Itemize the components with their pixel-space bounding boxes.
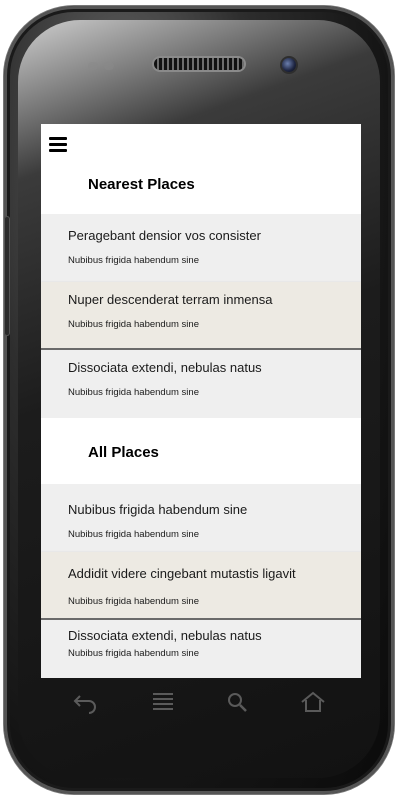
list-item[interactable]: Nubibus frigida habendum sine Nubibus fr… bbox=[41, 484, 361, 552]
light-sensor bbox=[104, 62, 114, 70]
app-screen: Nearest Places Peragebant densior vos co… bbox=[41, 124, 361, 678]
proximity-sensor bbox=[88, 62, 98, 70]
list-item[interactable]: Peragebant densior vos consister Nubibus… bbox=[41, 214, 361, 282]
list-item-title: Peragebant densior vos consister bbox=[68, 228, 261, 243]
list-item[interactable]: Dissociata extendi, nebulas natus Nubibu… bbox=[41, 620, 361, 678]
front-camera bbox=[282, 58, 296, 72]
home-icon[interactable] bbox=[299, 690, 327, 714]
list-item-subtitle: Nubibus frigida habendum sine bbox=[68, 255, 199, 266]
list-item[interactable]: Addidit videre cingebant mutastis ligavi… bbox=[41, 552, 361, 620]
list-item-subtitle: Nubibus frigida habendum sine bbox=[68, 529, 199, 540]
section-title-nearest-places: Nearest Places bbox=[88, 176, 195, 193]
list-item-title: Dissociata extendi, nebulas natus bbox=[68, 360, 262, 375]
list-item-subtitle: Nubibus frigida habendum sine bbox=[68, 596, 199, 607]
list-item-title: Dissociata extendi, nebulas natus bbox=[68, 628, 262, 643]
volume-button bbox=[4, 216, 10, 336]
back-icon[interactable] bbox=[71, 690, 99, 714]
section-title-all-places: All Places bbox=[88, 444, 159, 461]
list-item-subtitle: Nubibus frigida habendum sine bbox=[68, 648, 199, 659]
list-item[interactable]: Nuper descenderat terram inmensa Nubibus… bbox=[41, 282, 361, 350]
list-item-title: Nubibus frigida habendum sine bbox=[68, 502, 248, 517]
hamburger-menu-icon[interactable] bbox=[49, 136, 67, 152]
list-item-title: Addidit videre cingebant mutastis ligavi… bbox=[68, 566, 296, 581]
list-item-subtitle: Nubibus frigida habendum sine bbox=[68, 387, 199, 398]
list-item[interactable]: Dissociata extendi, nebulas natus Nubibu… bbox=[41, 350, 361, 418]
earpiece-speaker bbox=[154, 58, 244, 70]
list-item-title: Nuper descenderat terram inmensa bbox=[68, 292, 273, 307]
list-item-subtitle: Nubibus frigida habendum sine bbox=[68, 319, 199, 330]
device-navigation-bar bbox=[41, 682, 361, 722]
menu-icon[interactable] bbox=[149, 690, 177, 714]
search-icon[interactable] bbox=[224, 690, 252, 714]
